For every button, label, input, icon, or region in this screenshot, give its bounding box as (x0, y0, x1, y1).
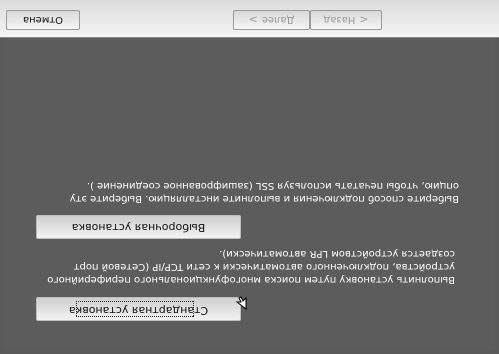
standard-install-button[interactable]: Стандартная установка (36, 297, 241, 321)
chevron-right-icon: > (248, 13, 258, 27)
focus-indicator (76, 301, 194, 317)
chevron-left-icon: < (359, 13, 369, 27)
selective-install-label: Выборочная установка (71, 221, 206, 234)
back-button-label: Назад (323, 14, 356, 26)
options-panel: Стандартная установка Выполнить установк… (0, 38, 499, 354)
cancel-button[interactable]: Отмена (6, 10, 80, 30)
next-button-label: Далее (261, 14, 295, 26)
mouse-pointer-icon (235, 296, 247, 310)
selective-install-description: Выберите способ подключения и выполните … (69, 180, 459, 204)
next-button[interactable]: Далее > (233, 10, 310, 30)
cancel-button-label: Отмена (22, 14, 64, 26)
selective-install-button[interactable]: Выборочная установка (36, 215, 241, 239)
standard-install-description: Выполнить установку путем поиска многофу… (47, 248, 455, 285)
installer-window: Стандартная установка Выполнить установк… (0, 0, 499, 354)
back-button[interactable]: < Назад (310, 10, 382, 30)
wizard-footer: < Назад Далее > Отмена (0, 0, 499, 38)
